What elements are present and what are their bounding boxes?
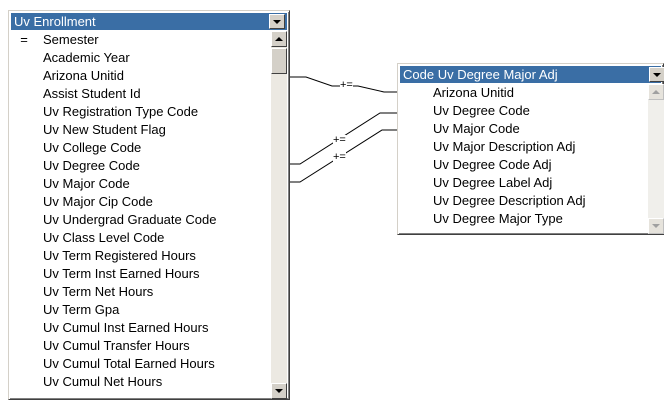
field-row-uv-degree-code[interactable]: Uv Degree Code <box>11 157 269 175</box>
table-title-bar[interactable]: Uv Enrollment <box>11 13 287 30</box>
field-list: = Semester Academic Year Arizona Unitid Assi… <box>11 31 269 399</box>
field-row-uv-major-cip-code[interactable]: Uv Major Cip Code <box>11 193 269 211</box>
scroll-down-icon <box>275 389 283 393</box>
field-label: Assist Student Id <box>43 86 141 101</box>
vertical-scrollbar[interactable] <box>648 84 664 234</box>
field-label: Uv Degree Description Adj <box>433 193 586 208</box>
field-row-uv-major-description-adj[interactable]: Uv Major Description Adj <box>400 138 646 156</box>
join-operator-label: += <box>333 134 346 146</box>
field-label: Uv Major Description Adj <box>433 139 576 154</box>
code-uv-degree-major-adj-table[interactable]: Code Uv Degree Major Adj Arizona Unitid U… <box>397 63 664 235</box>
field-label: Uv Major Code <box>43 176 130 191</box>
field-label: Uv Degree Major Type <box>433 211 563 226</box>
join-operator-label: += <box>333 151 346 163</box>
field-row-uv-term-net-hours[interactable]: Uv Term Net Hours <box>11 283 269 301</box>
field-list: Arizona Unitid Uv Degree Code Uv Major Cod… <box>400 84 646 234</box>
field-label: Uv Major Code <box>433 121 520 136</box>
field-row-uv-degree-major-type[interactable]: Uv Degree Major Type <box>400 210 646 228</box>
field-label: Academic Year <box>43 50 130 65</box>
table-title-bar[interactable]: Code Uv Degree Major Adj <box>400 66 661 83</box>
chevron-down-icon <box>653 72 661 77</box>
field-label: Uv Class Level Code <box>43 230 165 245</box>
field-row-uv-class-level-code[interactable]: Uv Class Level Code <box>11 229 269 247</box>
field-label: Uv Degree Label Adj <box>433 175 553 190</box>
scroll-down-button[interactable] <box>648 218 664 234</box>
chevron-down-icon <box>273 19 281 24</box>
field-label: Semester <box>43 32 99 47</box>
field-label: Uv Cumul Net Hours <box>43 374 163 389</box>
field-label: Uv Degree Code <box>43 158 140 173</box>
field-row-academic-year[interactable]: Academic Year <box>11 49 269 67</box>
field-row-uv-degree-code-adj[interactable]: Uv Degree Code Adj <box>400 156 646 174</box>
field-row-uv-degree-description-adj[interactable]: Uv Degree Description Adj <box>400 192 646 210</box>
field-row-uv-major-code[interactable]: Uv Major Code <box>11 175 269 193</box>
field-row-uv-term-inst-earned-hours[interactable]: Uv Term Inst Earned Hours <box>11 265 269 283</box>
field-label: Uv Cumul Transfer Hours <box>43 338 190 353</box>
dropdown-button[interactable] <box>269 14 285 29</box>
field-row-arizona-unitid[interactable]: Arizona Unitid <box>400 84 646 102</box>
join-operator-label: += <box>340 79 353 91</box>
field-row-uv-college-code[interactable]: Uv College Code <box>11 139 269 157</box>
field-label: Uv Degree Code Adj <box>433 157 552 172</box>
field-row-uv-new-student-flag[interactable]: Uv New Student Flag <box>11 121 269 139</box>
uv-enrollment-table[interactable]: Uv Enrollment = Semester Academic Year Ariz… <box>8 10 290 400</box>
field-row-uv-term-gpa[interactable]: Uv Term Gpa <box>11 301 269 319</box>
field-row-uv-undergrad-graduate-code[interactable]: Uv Undergrad Graduate Code <box>11 211 269 229</box>
scroll-up-icon <box>652 90 660 94</box>
field-label: Arizona Unitid <box>433 85 514 100</box>
field-label: Uv Cumul Total Earned Hours <box>43 356 215 371</box>
field-label: Arizona Unitid <box>43 68 124 83</box>
vertical-scrollbar[interactable] <box>271 31 287 399</box>
field-label: Uv Term Registered Hours <box>43 248 196 263</box>
scroll-down-icon <box>652 224 660 228</box>
scroll-up-button[interactable] <box>271 31 287 47</box>
field-row-uv-degree-code[interactable]: Uv Degree Code <box>400 102 646 120</box>
field-label: Uv Term Net Hours <box>43 284 154 299</box>
field-row-uv-cumul-net-hours[interactable]: Uv Cumul Net Hours <box>11 373 269 391</box>
field-row-uv-major-code[interactable]: Uv Major Code <box>400 120 646 138</box>
field-label: Uv Cumul Inst Earned Hours <box>43 320 209 335</box>
field-row-uv-term-registered-hours[interactable]: Uv Term Registered Hours <box>11 247 269 265</box>
field-row-uv-registration-type-code[interactable]: Uv Registration Type Code <box>11 103 269 121</box>
field-row-uv-cumul-inst-earned-hours[interactable]: Uv Cumul Inst Earned Hours <box>11 319 269 337</box>
field-label: Uv Term Gpa <box>43 302 120 317</box>
table-title: Code Uv Degree Major Adj <box>403 67 558 82</box>
field-key-marker: = <box>20 32 28 47</box>
field-label: Uv Degree Code <box>433 103 530 118</box>
scroll-up-button[interactable] <box>648 84 664 100</box>
field-label: Uv Term Inst Earned Hours <box>43 266 200 281</box>
field-label: Uv Registration Type Code <box>43 104 199 119</box>
scroll-up-icon <box>275 37 283 41</box>
field-row-uv-cumul-total-earned-hours[interactable]: Uv Cumul Total Earned Hours <box>11 355 269 373</box>
field-label: Uv New Student Flag <box>43 122 166 137</box>
field-row-semester[interactable]: = Semester <box>11 31 269 49</box>
field-row-arizona-unitid[interactable]: Arizona Unitid <box>11 67 269 85</box>
dropdown-button[interactable] <box>649 67 664 82</box>
field-label: Uv Undergrad Graduate Code <box>43 212 217 227</box>
field-row-assist-student-id[interactable]: Assist Student Id <box>11 85 269 103</box>
field-row-uv-cumul-transfer-hours[interactable]: Uv Cumul Transfer Hours <box>11 337 269 355</box>
scrollbar-thumb[interactable] <box>271 48 287 74</box>
field-row-uv-degree-label-adj[interactable]: Uv Degree Label Adj <box>400 174 646 192</box>
scroll-down-button[interactable] <box>271 383 287 399</box>
field-label: Uv Major Cip Code <box>43 194 153 209</box>
table-title: Uv Enrollment <box>14 14 96 29</box>
field-label: Uv College Code <box>43 140 142 155</box>
